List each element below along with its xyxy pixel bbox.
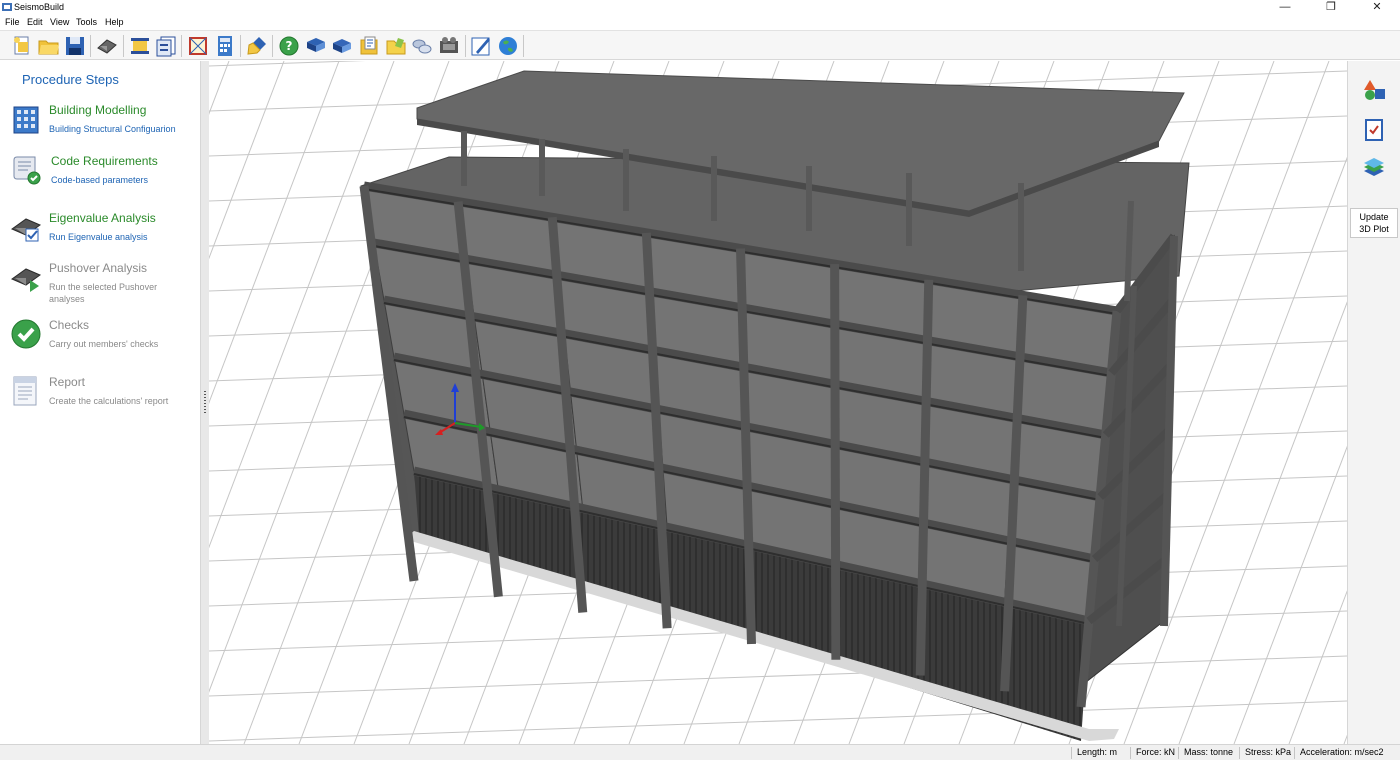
check-circle-icon: [11, 319, 41, 349]
update-label-2: 3D Plot: [1359, 224, 1389, 234]
toolbar-separator: [465, 35, 466, 57]
shapes-icon[interactable]: [1362, 78, 1386, 102]
toolbar: ?: [0, 30, 1400, 60]
window-title: SeismoBuild: [14, 2, 65, 12]
report-icon: [13, 376, 37, 406]
step-code-requirements[interactable]: Code Requirements Code-based parameters: [0, 154, 200, 204]
status-separator: [1130, 747, 1131, 759]
status-separator: [1178, 747, 1179, 759]
step-title: Code Requirements: [51, 154, 158, 168]
folder-notes-icon[interactable]: [357, 34, 381, 58]
status-stress: Stress: kPa: [1245, 747, 1292, 757]
splitter-grip[interactable]: [204, 391, 206, 415]
minimize-button[interactable]: —: [1262, 0, 1308, 16]
help-icon[interactable]: ?: [277, 34, 301, 58]
status-mass: Mass: tonne: [1184, 747, 1234, 757]
step-description: Create the calculations' report: [49, 396, 169, 406]
globe-icon[interactable]: [496, 34, 520, 58]
panel-splitter[interactable]: [201, 61, 209, 744]
beam-section-icon[interactable]: [128, 34, 152, 58]
column: [830, 264, 841, 660]
app-logo-icon: [2, 3, 12, 11]
step-description: Code-based parameters: [51, 175, 149, 185]
menu-edit[interactable]: Edit: [27, 17, 43, 27]
connections-icon[interactable]: [410, 34, 434, 58]
pushover-icon: [10, 268, 42, 292]
grid-line: [209, 700, 1347, 742]
grid-line: [1288, 590, 1347, 744]
svg-text:?: ?: [286, 39, 293, 53]
toolbar-separator: [523, 35, 524, 57]
step-building-modelling[interactable]: Building Modelling Building Structural C…: [0, 103, 200, 153]
step-description: Carry out members' checks: [49, 339, 159, 349]
3d-viewport[interactable]: [209, 61, 1347, 744]
upper-column: [1124, 200, 1134, 302]
step-description: Building Structural Configuarion: [49, 124, 176, 134]
toolbar-separator: [240, 35, 241, 57]
toolbar-separator: [123, 35, 124, 57]
grid-line: [1178, 301, 1347, 744]
building-model-icon[interactable]: [95, 34, 119, 58]
view-tools-panel: Update 3D Plot: [1347, 61, 1400, 744]
step-title: Pushover Analysis: [49, 261, 148, 275]
step-title: Checks: [49, 318, 90, 332]
close-button[interactable]: ✕: [1354, 0, 1400, 16]
frame-view-icon[interactable]: [186, 34, 210, 58]
panel-title: Procedure Steps: [22, 72, 119, 87]
floor-plans-icon[interactable]: [154, 34, 178, 58]
step-description: Run Eigenvalue analysis: [49, 232, 148, 242]
save-icon[interactable]: [63, 34, 87, 58]
step-pushover-analysis[interactable]: Pushover Analysis Run the selected Pusho…: [0, 261, 200, 311]
edit-pen-icon[interactable]: [469, 34, 493, 58]
book-icon[interactable]: [304, 34, 328, 58]
maximize-button[interactable]: ❐: [1308, 0, 1354, 16]
toolbar-separator: [272, 35, 273, 57]
step-eigenvalue-analysis[interactable]: Eigenvalue Analysis Run Eigenvalue analy…: [0, 211, 200, 261]
step-title: Building Modelling: [49, 103, 147, 117]
status-force: Force: kN: [1136, 747, 1176, 757]
toolbar-separator: [90, 35, 91, 57]
building-model: [359, 70, 1190, 741]
grid-line: [209, 61, 230, 115]
calculator-icon[interactable]: [213, 34, 237, 58]
update-label: Update: [1359, 212, 1389, 222]
status-separator: [1071, 747, 1072, 759]
new-project-icon[interactable]: [10, 34, 34, 58]
building-icon: [13, 106, 39, 134]
procedure-panel: Procedure Steps Building Modelling Build…: [0, 61, 201, 744]
layers-icon[interactable]: [1362, 156, 1386, 180]
update-3d-plot-button[interactable]: Update 3D Plot: [1350, 208, 1398, 238]
menu-view[interactable]: View: [50, 17, 69, 27]
toolbar-separator: [181, 35, 182, 57]
step-title: Eigenvalue Analysis: [49, 211, 156, 225]
grid-line: [209, 61, 285, 260]
checklist-icon[interactable]: [1362, 118, 1386, 142]
title-bar: SeismoBuild — ❐ ✕: [0, 0, 1400, 16]
menu-file[interactable]: File: [5, 17, 20, 27]
step-report[interactable]: Report Create the calculations' report: [0, 375, 200, 425]
book-2-icon[interactable]: [330, 34, 354, 58]
scroll-check-icon: [13, 156, 41, 185]
menu-help[interactable]: Help: [105, 17, 124, 27]
status-acceleration: Acceleration: m/sec2: [1300, 747, 1384, 757]
step-checks[interactable]: Checks Carry out members' checks: [0, 318, 200, 368]
status-separator: [1294, 747, 1295, 759]
open-folder-icon[interactable]: [37, 34, 61, 58]
status-bar: Length: m Force: kN Mass: tonne Stress: …: [0, 744, 1400, 760]
status-length: Length: m: [1077, 747, 1118, 757]
film-icon[interactable]: [437, 34, 461, 58]
menu-bar: File Edit View Tools Help: [0, 16, 1400, 30]
paint-brush-icon[interactable]: [245, 34, 269, 58]
grid-line: [209, 61, 395, 549]
menu-tools[interactable]: Tools: [76, 17, 97, 27]
step-title: Report: [49, 375, 86, 389]
3d-building-model[interactable]: [209, 61, 1347, 744]
folder-docs-icon[interactable]: [384, 34, 408, 58]
status-separator: [1239, 747, 1240, 759]
step-description: Run the selected Pushover analyses: [49, 282, 158, 304]
eigenvalue-icon: [10, 218, 42, 242]
